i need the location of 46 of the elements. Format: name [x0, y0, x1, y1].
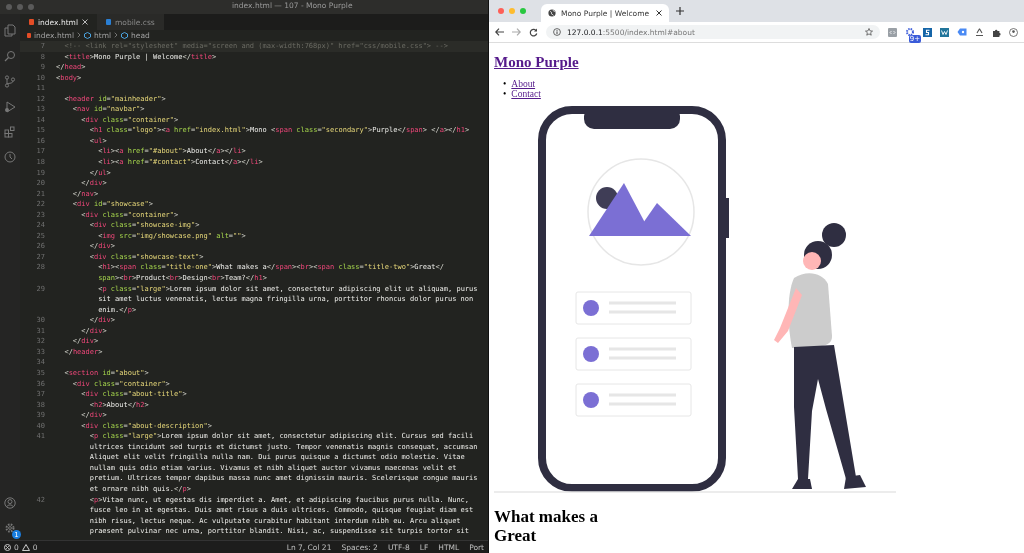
- file-type-icon: [29, 19, 34, 25]
- back-arrow-icon[interactable]: [495, 28, 504, 36]
- gear-extension-icon[interactable]: [905, 27, 915, 37]
- info-icon[interactable]: [553, 28, 561, 36]
- html-file-icon: [27, 32, 31, 38]
- window-close-dot[interactable]: [498, 8, 504, 14]
- error-icon[interactable]: [4, 543, 11, 551]
- star-icon[interactable]: [865, 28, 873, 36]
- forward-arrow-icon[interactable]: [512, 28, 521, 36]
- warning-icon[interactable]: [21, 543, 30, 551]
- chevron-icon: [77, 32, 81, 38]
- globe-icon: [548, 9, 556, 17]
- bullet: •: [503, 89, 507, 99]
- window-minimize-dot[interactable]: [17, 4, 23, 10]
- close-icon[interactable]: [656, 10, 662, 16]
- account-icon[interactable]: [4, 497, 16, 509]
- code-extension-icon[interactable]: [888, 27, 897, 37]
- chevron-icon: [114, 32, 119, 38]
- cube-icon: [121, 31, 129, 39]
- headline-line: Great: [494, 526, 537, 545]
- profile-icon[interactable]: [1009, 27, 1018, 37]
- extensions-icon[interactable]: [4, 126, 16, 138]
- s-extension-icon[interactable]: [923, 27, 932, 37]
- window-zoom-dot[interactable]: [520, 8, 526, 14]
- run-debug-icon[interactable]: [4, 101, 16, 113]
- new-tab-icon[interactable]: [676, 7, 684, 15]
- headline-line: What makes a: [494, 507, 598, 526]
- file-type-icon: [106, 19, 111, 25]
- bullet: •: [503, 79, 507, 89]
- reload-icon[interactable]: [529, 27, 538, 37]
- cube-icon: [84, 31, 91, 39]
- window-zoom-dot[interactable]: [28, 4, 34, 10]
- w-extension-icon[interactable]: [940, 27, 949, 37]
- files-icon[interactable]: [4, 24, 16, 37]
- nav-link[interactable]: Contact: [511, 89, 541, 99]
- puzzle-icon[interactable]: [992, 27, 1001, 37]
- source-control-icon[interactable]: [4, 75, 16, 88]
- close-icon[interactable]: [82, 19, 88, 25]
- window-close-dot[interactable]: [6, 4, 12, 10]
- nav-link[interactable]: About: [511, 79, 536, 89]
- search-icon[interactable]: [4, 50, 16, 62]
- settings-icon[interactable]: [4, 522, 16, 534]
- site-logo-link[interactable]: Mono Purple: [494, 54, 579, 70]
- tag-extension-icon[interactable]: [957, 28, 967, 36]
- timeline-icon[interactable]: [4, 151, 16, 163]
- window-minimize-dot[interactable]: [509, 8, 515, 14]
